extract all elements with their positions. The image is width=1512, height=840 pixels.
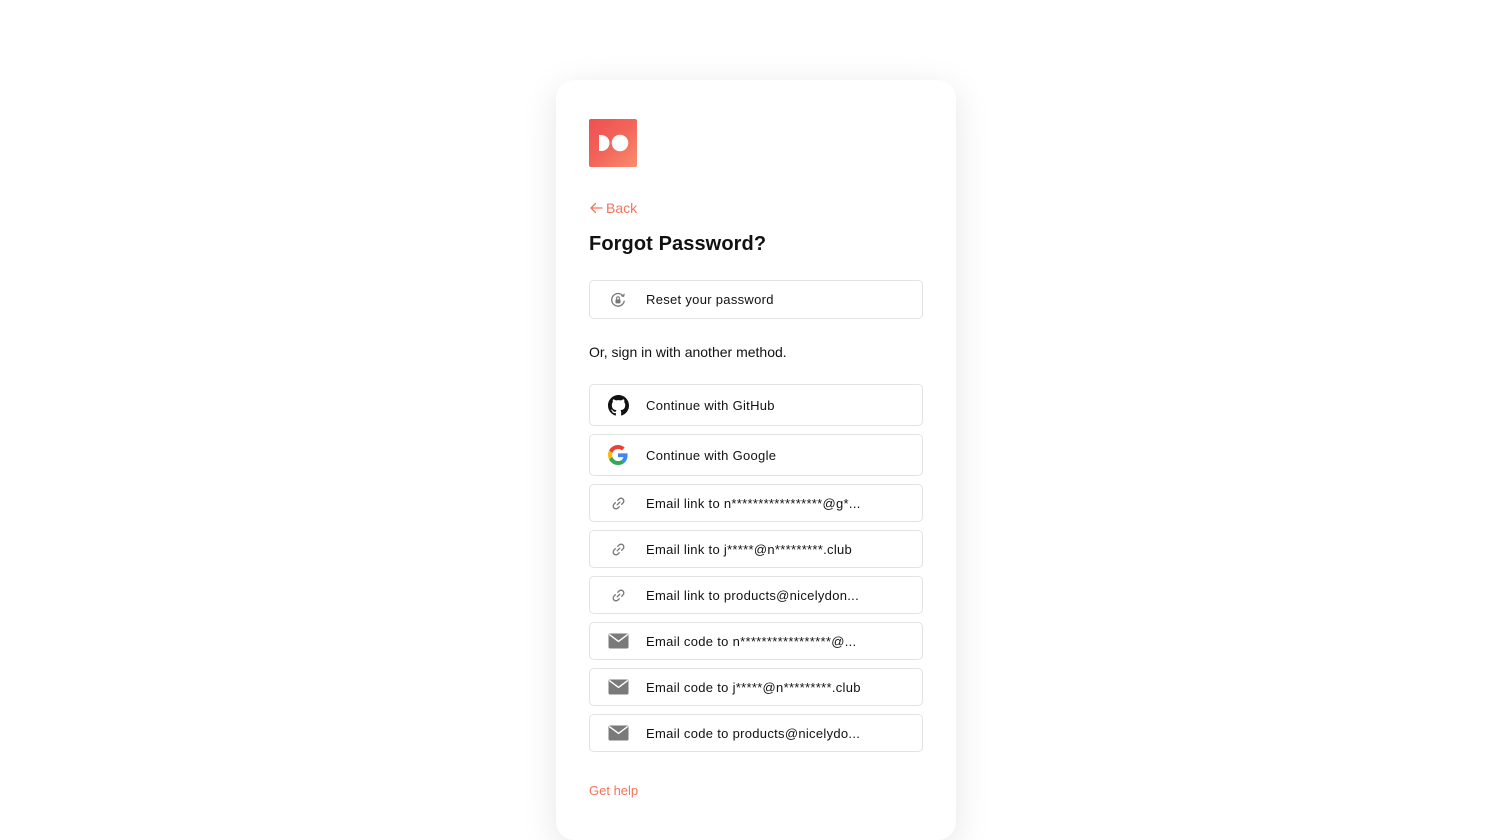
continue-with-google-button[interactable]: Continue with Google xyxy=(589,434,923,476)
envelope-icon xyxy=(590,725,646,741)
email-link-label: Email link to n*****************@g*... xyxy=(646,495,861,511)
lock-reset-icon xyxy=(590,291,646,309)
page-title: Forgot Password? xyxy=(589,233,767,255)
envelope-icon xyxy=(590,679,646,695)
brand-logo-icon xyxy=(589,119,637,167)
link-icon xyxy=(590,588,646,603)
continue-with-github-button[interactable]: Continue with GitHub xyxy=(589,384,923,426)
back-label: Back xyxy=(606,200,638,216)
arrow-left-icon xyxy=(589,202,603,214)
github-icon xyxy=(590,394,646,416)
email-code-option[interactable]: Email code to n*****************@... xyxy=(589,622,923,660)
google-icon xyxy=(590,445,646,465)
email-link-option[interactable]: Email link to j*****@n*********.club xyxy=(589,530,923,568)
email-code-label: Email code to products@nicelydo... xyxy=(646,725,861,741)
auth-card: Back Forgot Password? Reset your passwor… xyxy=(556,80,956,840)
email-code-label: Email code to j*****@n*********.club xyxy=(646,679,861,695)
sign-in-methods-list: Continue with GitHub Continue with Googl… xyxy=(589,384,923,752)
github-label: Continue with GitHub xyxy=(646,397,775,413)
google-label: Continue with Google xyxy=(646,447,777,463)
email-link-option[interactable]: Email link to products@nicelydon... xyxy=(589,576,923,614)
back-link[interactable]: Back xyxy=(589,200,637,216)
link-icon xyxy=(590,542,646,557)
alternative-methods-note: Or, sign in with another method. xyxy=(589,344,787,360)
reset-password-button[interactable]: Reset your password xyxy=(589,280,923,319)
email-code-label: Email code to n*****************@... xyxy=(646,633,857,649)
envelope-icon xyxy=(590,633,646,649)
email-code-option[interactable]: Email code to j*****@n*********.club xyxy=(589,668,923,706)
email-code-option[interactable]: Email code to products@nicelydo... xyxy=(589,714,923,752)
email-link-option[interactable]: Email link to n*****************@g*... xyxy=(589,484,923,522)
email-link-label: Email link to products@nicelydon... xyxy=(646,587,860,603)
link-icon xyxy=(590,496,646,511)
reset-password-label: Reset your password xyxy=(646,292,774,307)
email-link-label: Email link to j*****@n*********.club xyxy=(646,541,853,557)
get-help-link[interactable]: Get help xyxy=(589,783,638,798)
